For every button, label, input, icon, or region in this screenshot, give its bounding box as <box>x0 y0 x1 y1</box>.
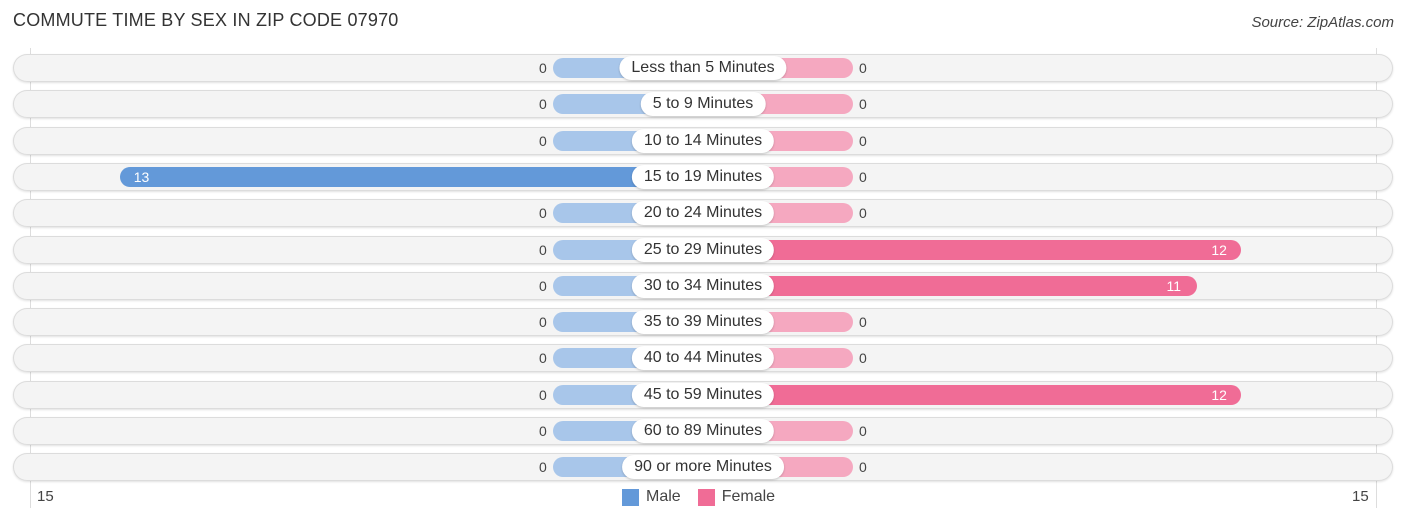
value-label-female: 0 <box>859 205 867 222</box>
bar-male <box>119 166 703 187</box>
category-label: Less than 5 Minutes <box>619 56 787 80</box>
value-label-female: 0 <box>859 350 867 367</box>
value-label-male: 0 <box>539 350 547 367</box>
value-label-female: 0 <box>859 96 867 113</box>
category-label: 40 to 44 Minutes <box>631 346 775 371</box>
category-label: 45 to 59 Minutes <box>631 382 775 407</box>
legend-label-male: Male <box>646 488 681 505</box>
value-label-male: 0 <box>539 314 547 331</box>
category-label: 10 to 14 Minutes <box>631 128 775 153</box>
category-label: 35 to 39 Minutes <box>631 310 775 335</box>
value-label-male: 0 <box>539 60 547 76</box>
bar-female <box>703 384 1242 405</box>
legend-swatch-female <box>697 488 715 506</box>
value-label-male: 0 <box>539 132 547 149</box>
legend-label-female: Female <box>721 488 776 505</box>
bar-female <box>703 275 1197 296</box>
value-label-male: 0 <box>539 96 547 113</box>
value-label-male: 0 <box>539 277 547 294</box>
value-label-female: 0 <box>859 423 867 439</box>
left-axis-tick: 15 <box>37 488 54 505</box>
source-label: Source: ZipAtlas.com <box>1251 14 1394 31</box>
category-label: 25 to 29 Minutes <box>631 237 775 262</box>
right-axis-tick: 15 <box>1352 488 1369 505</box>
legend-item-female: Female <box>697 488 776 506</box>
value-label-female: 12 <box>1211 241 1227 258</box>
chart-title: COMMUTE TIME BY SEX IN ZIP CODE 07970 <box>13 10 399 30</box>
legend: Male Female <box>622 488 792 506</box>
value-label-male: 0 <box>539 241 547 258</box>
value-label-female: 0 <box>859 132 867 149</box>
value-label-male: 0 <box>539 423 547 439</box>
bar-female <box>703 239 1242 260</box>
legend-swatch-male <box>622 488 639 506</box>
category-label: 30 to 34 Minutes <box>631 273 775 298</box>
value-label-male: 13 <box>133 168 150 185</box>
value-label-female: 12 <box>1211 386 1227 403</box>
value-label-female: 0 <box>859 60 867 76</box>
value-label-female: 11 <box>1166 277 1182 294</box>
category-label: 60 to 89 Minutes <box>631 419 775 443</box>
value-label-female: 0 <box>859 168 867 185</box>
value-label-male: 0 <box>539 205 547 222</box>
value-label-male: 0 <box>539 386 547 403</box>
category-label: 90 or more Minutes <box>622 455 784 480</box>
category-label: 20 to 24 Minutes <box>631 201 775 226</box>
category-label: 5 to 9 Minutes <box>640 92 766 117</box>
legend-item-male: Male <box>622 488 681 506</box>
value-label-female: 0 <box>859 314 867 331</box>
category-label: 15 to 19 Minutes <box>631 164 775 189</box>
value-label-male: 0 <box>539 459 547 476</box>
value-label-female: 0 <box>859 459 867 476</box>
